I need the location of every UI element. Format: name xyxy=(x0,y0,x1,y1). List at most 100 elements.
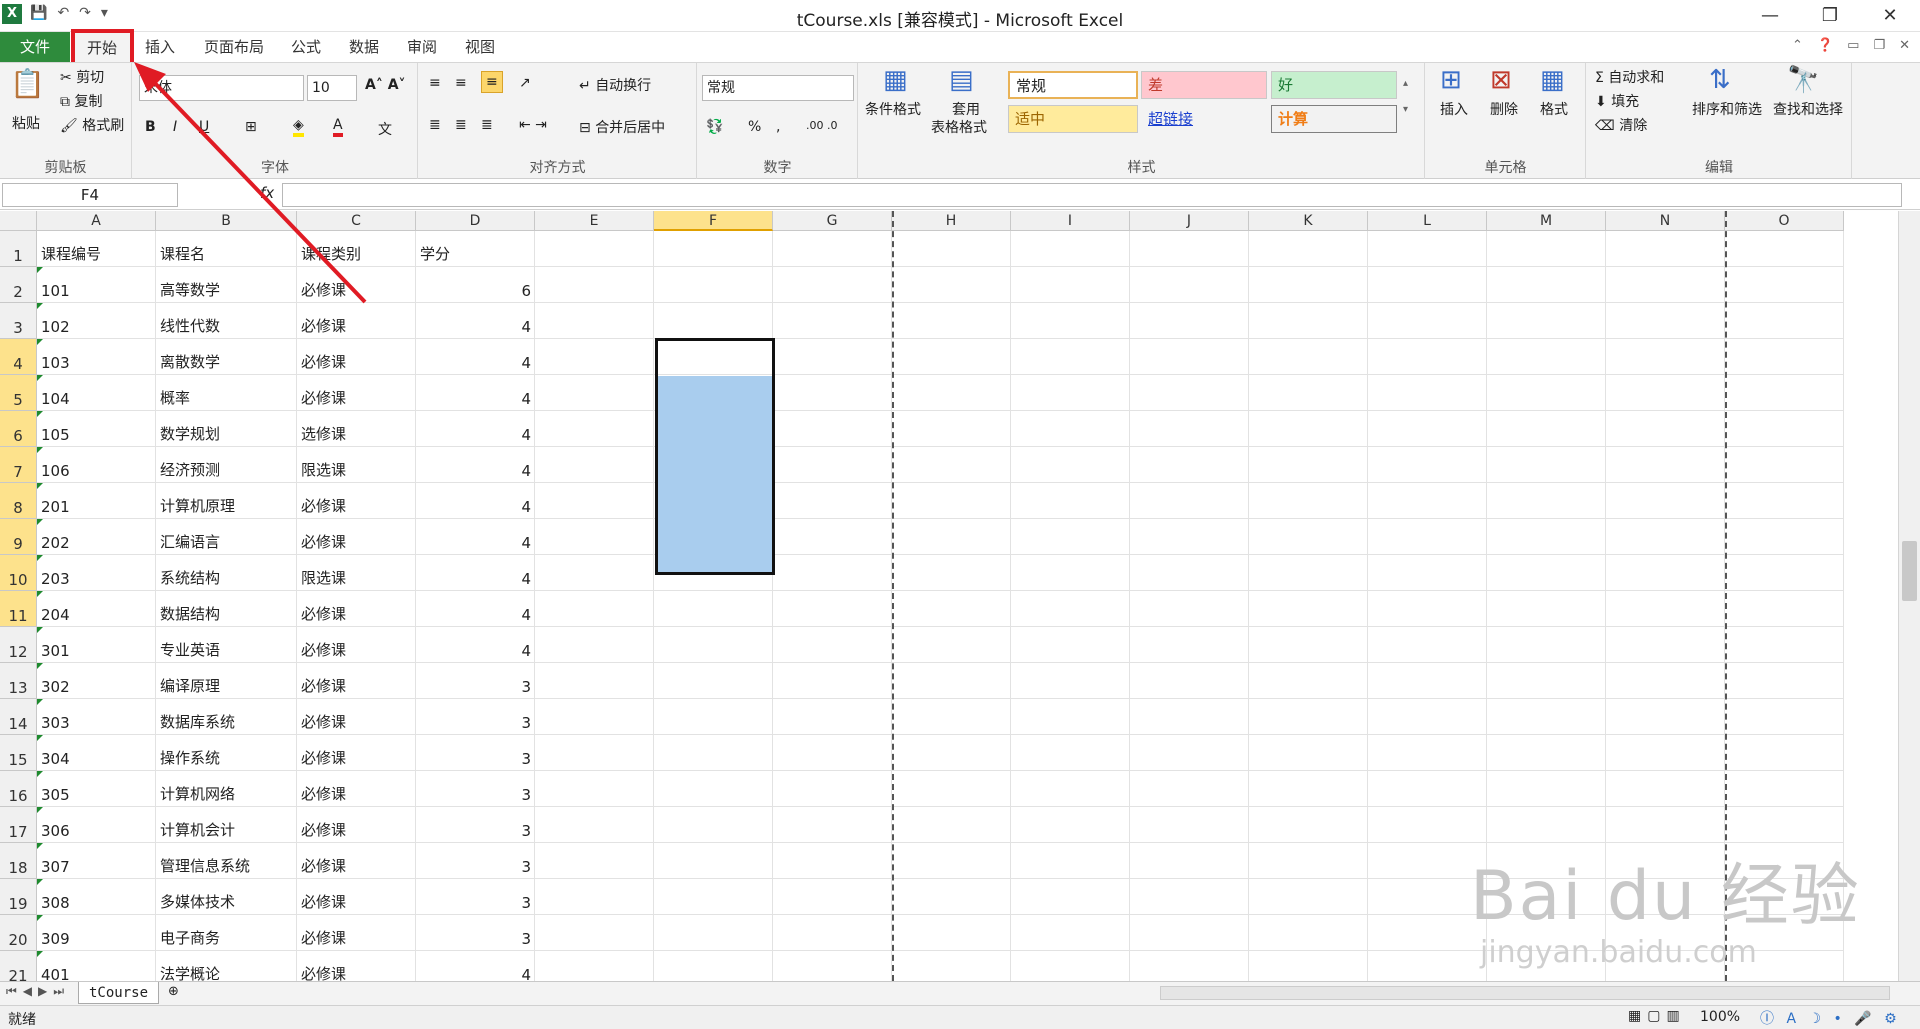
cell-a3[interactable]: 102 xyxy=(37,303,156,339)
cell-b18[interactable]: 管理信息系统 xyxy=(156,843,297,879)
cell-empty[interactable] xyxy=(1725,375,1844,411)
cell-c21[interactable]: 必修课 xyxy=(297,951,416,981)
row-header[interactable]: 13 xyxy=(0,663,37,699)
vertical-scroll-thumb[interactable] xyxy=(1902,541,1917,601)
cell-empty[interactable] xyxy=(1011,519,1130,555)
cell-empty[interactable] xyxy=(1606,699,1725,735)
cell-empty[interactable] xyxy=(1368,411,1487,447)
cell-empty[interactable] xyxy=(535,915,654,951)
cell-d17[interactable]: 3 xyxy=(416,807,535,843)
cell-empty[interactable] xyxy=(1130,375,1249,411)
cell-a15[interactable]: 304 xyxy=(37,735,156,771)
cell-empty[interactable] xyxy=(1606,663,1725,699)
cell-empty[interactable] xyxy=(892,663,1011,699)
cell-a18[interactable]: 307 xyxy=(37,843,156,879)
cell-empty[interactable] xyxy=(892,879,1011,915)
row-header[interactable]: 17 xyxy=(0,807,37,843)
bold-icon[interactable]: B xyxy=(145,119,156,135)
conditional-format-button[interactable]: 条件格式 xyxy=(865,99,921,119)
cell-c17[interactable]: 必修课 xyxy=(297,807,416,843)
cell-c6[interactable]: 选修课 xyxy=(297,411,416,447)
cell-empty[interactable] xyxy=(1130,699,1249,735)
cell-a4[interactable]: 103 xyxy=(37,339,156,375)
cell-empty[interactable] xyxy=(1249,771,1368,807)
cell-empty[interactable] xyxy=(1130,339,1249,375)
cell-empty[interactable] xyxy=(1606,375,1725,411)
cell-empty[interactable] xyxy=(1011,951,1130,981)
row-header[interactable]: 5 xyxy=(0,375,37,411)
cell-empty[interactable] xyxy=(1487,339,1606,375)
cell-empty[interactable] xyxy=(654,951,773,981)
column-header-g[interactable]: G xyxy=(773,211,892,231)
percent-icon[interactable]: % xyxy=(748,119,761,135)
cell-d6[interactable]: 4 xyxy=(416,411,535,447)
select-all-corner[interactable] xyxy=(0,211,37,231)
cell-empty[interactable] xyxy=(773,519,892,555)
cell-empty[interactable] xyxy=(1249,267,1368,303)
cell-empty[interactable] xyxy=(892,339,1011,375)
column-header-l[interactable]: L xyxy=(1368,211,1487,231)
cell-empty[interactable] xyxy=(892,555,1011,591)
cell-empty[interactable] xyxy=(535,519,654,555)
cell-empty[interactable] xyxy=(1606,303,1725,339)
column-header-d[interactable]: D xyxy=(416,211,535,231)
column-header-n[interactable]: N xyxy=(1606,211,1725,231)
delete-cells-button[interactable]: 删除 xyxy=(1490,99,1518,119)
cell-empty[interactable] xyxy=(1130,483,1249,519)
cell-c2[interactable]: 必修课 xyxy=(297,267,416,303)
indent-icon[interactable]: ⇤ ⇥ xyxy=(519,117,547,133)
cell-c1[interactable]: 课程类别 xyxy=(297,231,416,267)
cell-a13[interactable]: 302 xyxy=(37,663,156,699)
cell-empty[interactable] xyxy=(773,375,892,411)
cell-empty[interactable] xyxy=(1368,231,1487,267)
cell-empty[interactable] xyxy=(1487,411,1606,447)
cell-d20[interactable]: 3 xyxy=(416,915,535,951)
cell-empty[interactable] xyxy=(773,735,892,771)
comma-icon[interactable]: , xyxy=(776,119,780,135)
cell-empty[interactable] xyxy=(892,231,1011,267)
cell-empty[interactable] xyxy=(892,591,1011,627)
cell-empty[interactable] xyxy=(1130,447,1249,483)
grow-font-icon[interactable]: A˄ A˅ xyxy=(365,77,406,93)
find-select-button[interactable]: 查找和选择 xyxy=(1773,99,1843,119)
cell-empty[interactable] xyxy=(654,879,773,915)
cell-empty[interactable] xyxy=(1130,663,1249,699)
cell-empty[interactable] xyxy=(773,447,892,483)
cell-empty[interactable] xyxy=(1368,735,1487,771)
cell-empty[interactable] xyxy=(535,735,654,771)
wrap-text-button[interactable]: 自动换行 xyxy=(595,78,651,94)
cell-empty[interactable] xyxy=(773,771,892,807)
cell-a9[interactable]: 202 xyxy=(37,519,156,555)
format-painter-button[interactable]: 格式刷 xyxy=(82,118,124,134)
cell-d8[interactable]: 4 xyxy=(416,483,535,519)
cell-empty[interactable] xyxy=(773,807,892,843)
cell-empty[interactable] xyxy=(1487,771,1606,807)
cell-b2[interactable]: 高等数学 xyxy=(156,267,297,303)
cell-empty[interactable] xyxy=(1368,627,1487,663)
cell-empty[interactable] xyxy=(1725,447,1844,483)
row-header[interactable]: 3 xyxy=(0,303,37,339)
cell-empty[interactable] xyxy=(1011,303,1130,339)
cell-a7[interactable]: 106 xyxy=(37,447,156,483)
merge-center-button[interactable]: 合并后居中 xyxy=(595,120,665,136)
cell-empty[interactable] xyxy=(1725,519,1844,555)
underline-icon[interactable]: U xyxy=(199,119,209,135)
column-header-j[interactable]: J xyxy=(1130,211,1249,231)
zoom-level[interactable]: 100% xyxy=(1700,1009,1740,1025)
align-right-icon[interactable]: ≣ xyxy=(481,117,493,133)
row-header[interactable]: 20 xyxy=(0,915,37,951)
italic-icon[interactable]: I xyxy=(173,119,177,135)
cell-c3[interactable]: 必修课 xyxy=(297,303,416,339)
cell-empty[interactable] xyxy=(1130,771,1249,807)
cell-c15[interactable]: 必修课 xyxy=(297,735,416,771)
cell-empty[interactable] xyxy=(1487,375,1606,411)
cell-empty[interactable] xyxy=(1368,699,1487,735)
cell-empty[interactable] xyxy=(773,267,892,303)
cell-empty[interactable] xyxy=(1130,267,1249,303)
tab-file[interactable]: 文件 xyxy=(0,32,70,62)
cell-empty[interactable] xyxy=(1725,663,1844,699)
format-cells-button[interactable]: 格式 xyxy=(1540,99,1568,119)
cell-empty[interactable] xyxy=(1725,591,1844,627)
cell-empty[interactable] xyxy=(1011,267,1130,303)
align-bottom-icon[interactable]: ≡ xyxy=(481,71,503,93)
